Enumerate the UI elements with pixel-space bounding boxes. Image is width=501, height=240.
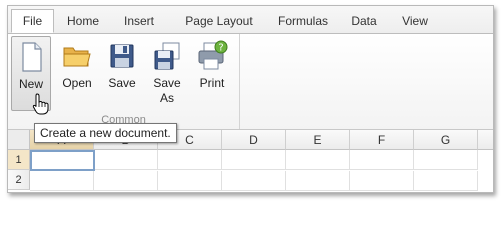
print-button-label: Print <box>199 76 225 90</box>
tab-data[interactable]: Data <box>343 12 385 30</box>
save-button-label: Save <box>108 76 136 90</box>
open-button[interactable]: Open <box>57 36 97 111</box>
print-button[interactable]: ? Print <box>192 36 232 111</box>
column-header-g[interactable]: G <box>414 130 478 150</box>
select-all-corner[interactable] <box>8 130 30 150</box>
column-header-overflow <box>478 130 493 150</box>
save-as-button[interactable]: Save As <box>147 36 187 111</box>
cell-f1[interactable] <box>350 150 414 170</box>
cell-a1[interactable] <box>30 150 95 171</box>
tooltip: Create a new document. <box>34 123 177 143</box>
cell-d2[interactable] <box>222 171 286 191</box>
row-header-1[interactable]: 1 <box>8 150 30 170</box>
tab-formulas[interactable]: Formulas <box>270 12 336 30</box>
spreadsheet-window: File Home Insert Page Layout Formulas Da… <box>7 5 494 193</box>
save-button[interactable]: Save <box>102 36 142 111</box>
new-button-label: New <box>18 77 43 91</box>
cell-b2[interactable] <box>94 171 158 191</box>
row-header-2[interactable]: 2 <box>8 170 30 190</box>
tab-home[interactable]: Home <box>60 12 106 30</box>
cell-e2[interactable] <box>286 171 350 191</box>
cell-c1[interactable] <box>158 150 222 170</box>
column-header-e[interactable]: E <box>286 130 350 150</box>
ribbon: New Open Save Save As ? Print Common <box>8 34 493 130</box>
new-document-icon <box>22 42 42 72</box>
column-header-f[interactable]: F <box>350 130 414 150</box>
cell-f2[interactable] <box>350 171 414 191</box>
folder-icon <box>63 47 91 67</box>
cell-d1[interactable] <box>222 150 286 170</box>
cell-c2[interactable] <box>158 171 222 191</box>
cell-g1[interactable] <box>414 150 478 170</box>
column-header-d[interactable]: D <box>222 130 286 150</box>
tab-page-layout[interactable]: Page Layout <box>176 12 262 30</box>
ribbon-tab-strip: File Home Insert Page Layout Formulas Da… <box>8 6 493 34</box>
save-as-icon <box>154 42 180 70</box>
cell-a2[interactable] <box>30 171 94 191</box>
cell-e1[interactable] <box>286 150 350 170</box>
tab-file[interactable]: File <box>11 9 54 33</box>
svg-text:?: ? <box>218 43 223 54</box>
tab-view[interactable]: View <box>395 12 435 30</box>
open-button-label: Open <box>62 76 92 90</box>
printer-icon: ? <box>198 40 228 70</box>
hand-pointer-icon <box>32 93 49 115</box>
tab-insert[interactable]: Insert <box>116 12 162 30</box>
save-as-button-label: Save As <box>153 76 181 105</box>
cell-b1[interactable] <box>95 150 158 170</box>
cell-g2[interactable] <box>414 171 478 191</box>
floppy-disk-icon <box>110 44 134 68</box>
